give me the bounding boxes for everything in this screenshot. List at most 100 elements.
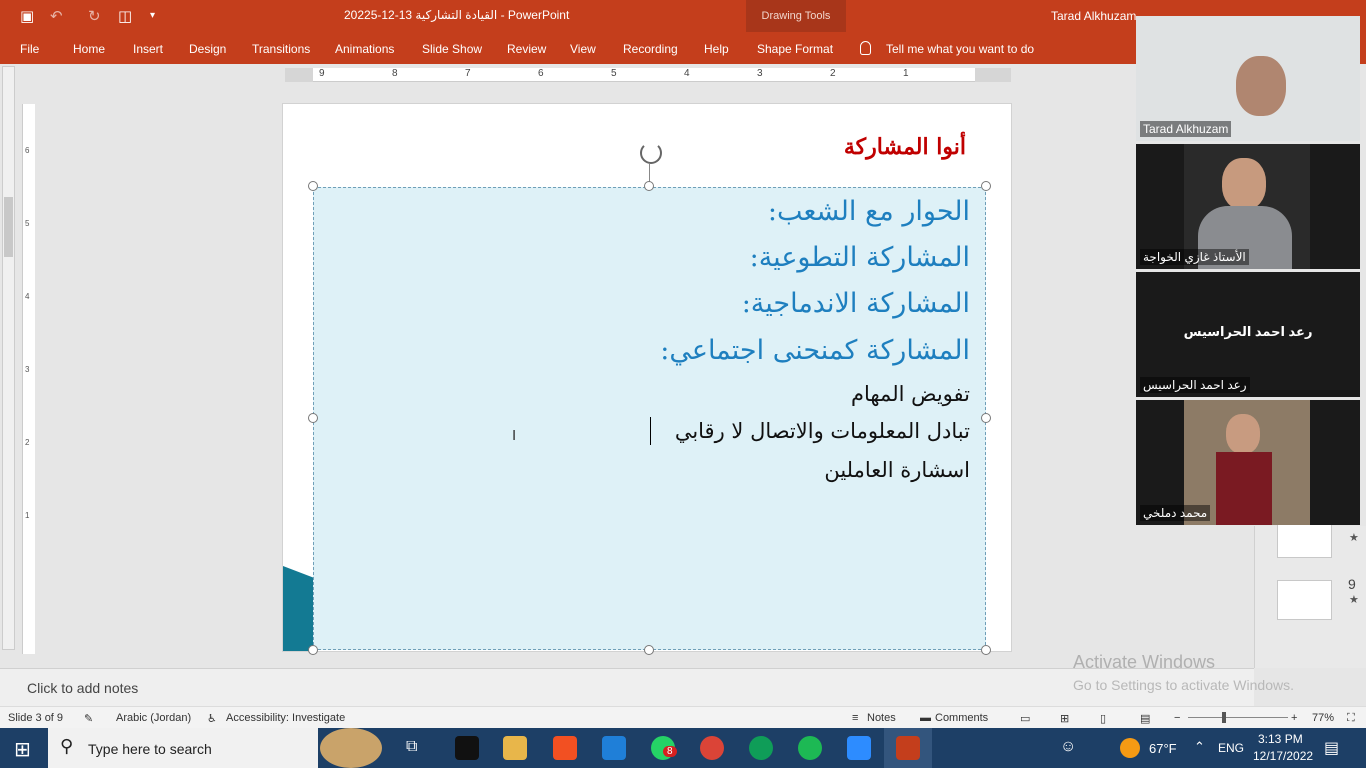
video-tile[interactable]: رعد احمد الحراسيس رعد احمد الحراسيس bbox=[1136, 272, 1360, 397]
reading-view-icon[interactable]: ▯ bbox=[1100, 712, 1106, 725]
zoom-level[interactable]: 77% bbox=[1312, 712, 1334, 724]
content-line[interactable]: تفويض المهام bbox=[851, 382, 970, 406]
task-view-icon[interactable]: ⧉ bbox=[406, 738, 417, 756]
notes-placeholder[interactable]: Click to add notes bbox=[27, 680, 138, 696]
vruler-tick: 5 bbox=[25, 219, 30, 228]
notes-button[interactable]: Notes bbox=[867, 712, 896, 724]
tab-help[interactable]: Help bbox=[704, 42, 729, 56]
content-heading[interactable]: المشاركة الاندماجية: bbox=[742, 288, 970, 319]
accessibility-status[interactable]: Accessibility: Investigate bbox=[226, 712, 345, 724]
thumbnail-number: 9 bbox=[1348, 576, 1356, 592]
tab-file[interactable]: File bbox=[20, 42, 39, 56]
tab-insert[interactable]: Insert bbox=[133, 42, 163, 56]
slideshow-view-icon[interactable]: ▤ bbox=[1140, 712, 1150, 725]
mail-icon[interactable] bbox=[602, 736, 626, 760]
language-indicator[interactable]: Arabic (Jordan) bbox=[116, 712, 191, 724]
ruler-margin bbox=[285, 68, 313, 82]
hruler-tick: 8 bbox=[392, 68, 398, 79]
store-icon[interactable] bbox=[553, 736, 577, 760]
content-heading[interactable]: المشاركة كمنحنى اجتماعي: bbox=[660, 335, 970, 366]
search-placeholder: Type here to search bbox=[88, 741, 212, 757]
participant-photo bbox=[1222, 158, 1266, 210]
notification-icon[interactable]: ▤ bbox=[1324, 738, 1339, 758]
tab-transitions[interactable]: Transitions bbox=[252, 42, 310, 56]
slide-title[interactable]: أنوا المشاركة bbox=[844, 134, 966, 160]
chrome-icon[interactable] bbox=[700, 736, 724, 760]
powerpoint-icon[interactable] bbox=[896, 736, 920, 760]
notes-icon[interactable]: ≡ bbox=[852, 712, 858, 724]
tab-shape-format[interactable]: Shape Format bbox=[757, 42, 833, 56]
undo-icon[interactable]: ↶ bbox=[50, 7, 63, 25]
tab-slide-show[interactable]: Slide Show bbox=[422, 42, 482, 56]
tiktok-icon[interactable] bbox=[455, 736, 479, 760]
vruler-tick: 3 bbox=[25, 365, 30, 374]
zoom-in-icon[interactable]: + bbox=[1291, 712, 1297, 724]
normal-view-icon[interactable]: ▭ bbox=[1020, 712, 1030, 725]
vruler-tick: 4 bbox=[25, 292, 30, 301]
video-tile[interactable]: الأستاذ غازي الخواجة bbox=[1136, 144, 1360, 269]
hruler-tick: 9 bbox=[319, 68, 325, 79]
sorter-view-icon[interactable]: ⊞ bbox=[1060, 712, 1069, 725]
fit-slide-icon[interactable]: ⛶ bbox=[1347, 712, 1355, 725]
participant-name: رعد احمد الحراسيس bbox=[1140, 377, 1250, 393]
vertical-scrollbar[interactable] bbox=[2, 66, 15, 650]
windows-start-icon[interactable]: ⊞ bbox=[14, 737, 31, 762]
chevron-up-icon[interactable]: ⌃ bbox=[1194, 739, 1205, 755]
resize-handle[interactable] bbox=[981, 413, 991, 423]
content-heading[interactable]: الحوار مع الشعب: bbox=[768, 196, 970, 227]
people-icon[interactable]: ☺ bbox=[1060, 738, 1076, 756]
zoom-slider[interactable] bbox=[1188, 717, 1288, 718]
content-line[interactable]: تبادل المعلومات والاتصال لا رقابي bbox=[675, 419, 970, 443]
resize-handle[interactable] bbox=[308, 645, 318, 655]
zoom-out-icon[interactable]: − bbox=[1174, 712, 1180, 724]
customize-qat-icon[interactable]: ▾ bbox=[150, 10, 155, 21]
weather-icon[interactable] bbox=[1120, 738, 1140, 758]
video-tile[interactable]: Tarad Alkhuzam bbox=[1136, 16, 1360, 141]
scroll-thumb[interactable] bbox=[4, 197, 13, 257]
spotify-icon[interactable] bbox=[798, 736, 822, 760]
tab-recording[interactable]: Recording bbox=[623, 42, 678, 56]
taskbar-search[interactable]: ⚲ Type here to search bbox=[48, 728, 382, 768]
file-explorer-icon[interactable] bbox=[503, 736, 527, 760]
clock-date[interactable]: 12/17/2022 bbox=[1253, 749, 1313, 763]
participant-name: Tarad Alkhuzam bbox=[1140, 121, 1232, 137]
thumbnail-slide[interactable] bbox=[1277, 580, 1332, 620]
activation-watermark: Activate Windows bbox=[1073, 652, 1216, 672]
chrome-profile-icon[interactable] bbox=[749, 736, 773, 760]
account-name[interactable]: Tarad Alkhuzam bbox=[1051, 9, 1136, 23]
weather-temp[interactable]: 67°F bbox=[1149, 741, 1177, 756]
notes-pane[interactable]: Click to add notes bbox=[0, 668, 1254, 706]
tell-me-box[interactable]: Tell me what you want to do bbox=[886, 42, 1034, 56]
content-heading[interactable]: المشاركة التطوعية: bbox=[750, 242, 970, 273]
clock-time[interactable]: 3:13 PM bbox=[1258, 732, 1303, 746]
resize-handle[interactable] bbox=[644, 181, 654, 191]
rotate-handle-icon[interactable] bbox=[640, 142, 662, 164]
tab-home[interactable]: Home bbox=[73, 42, 105, 56]
redo-icon[interactable]: ↻ bbox=[88, 7, 101, 25]
thumbnail-slide[interactable] bbox=[1277, 522, 1332, 558]
accessibility-icon[interactable]: ♿ bbox=[207, 712, 217, 725]
comments-icon[interactable]: ▬ bbox=[920, 712, 931, 724]
comments-button[interactable]: Comments bbox=[935, 712, 988, 724]
document-title: القيادة التشاركية 13-12-20225 - PowerPoi… bbox=[344, 8, 570, 22]
resize-handle[interactable] bbox=[644, 645, 654, 655]
video-tile[interactable]: محمد دملخي bbox=[1136, 400, 1360, 525]
spelling-icon[interactable]: ✎ bbox=[84, 712, 93, 725]
present-icon[interactable]: ◫ bbox=[118, 7, 132, 25]
tab-review[interactable]: Review bbox=[507, 42, 546, 56]
zoom-slider-thumb[interactable] bbox=[1222, 712, 1226, 723]
search-highlight-icon[interactable] bbox=[320, 728, 382, 768]
input-language[interactable]: ENG bbox=[1218, 741, 1244, 755]
tab-view[interactable]: View bbox=[570, 42, 596, 56]
resize-handle[interactable] bbox=[981, 645, 991, 655]
tab-animations[interactable]: Animations bbox=[335, 42, 394, 56]
resize-handle[interactable] bbox=[308, 413, 318, 423]
zoom-icon[interactable] bbox=[847, 736, 871, 760]
slide-counter: Slide 3 of 9 bbox=[8, 712, 64, 724]
save-icon[interactable]: ▣ bbox=[20, 7, 34, 25]
resize-handle[interactable] bbox=[981, 181, 991, 191]
lightbulb-icon bbox=[860, 41, 871, 55]
resize-handle[interactable] bbox=[308, 181, 318, 191]
tab-design[interactable]: Design bbox=[189, 42, 226, 56]
content-line[interactable]: اسشارة العاملين bbox=[824, 458, 970, 482]
